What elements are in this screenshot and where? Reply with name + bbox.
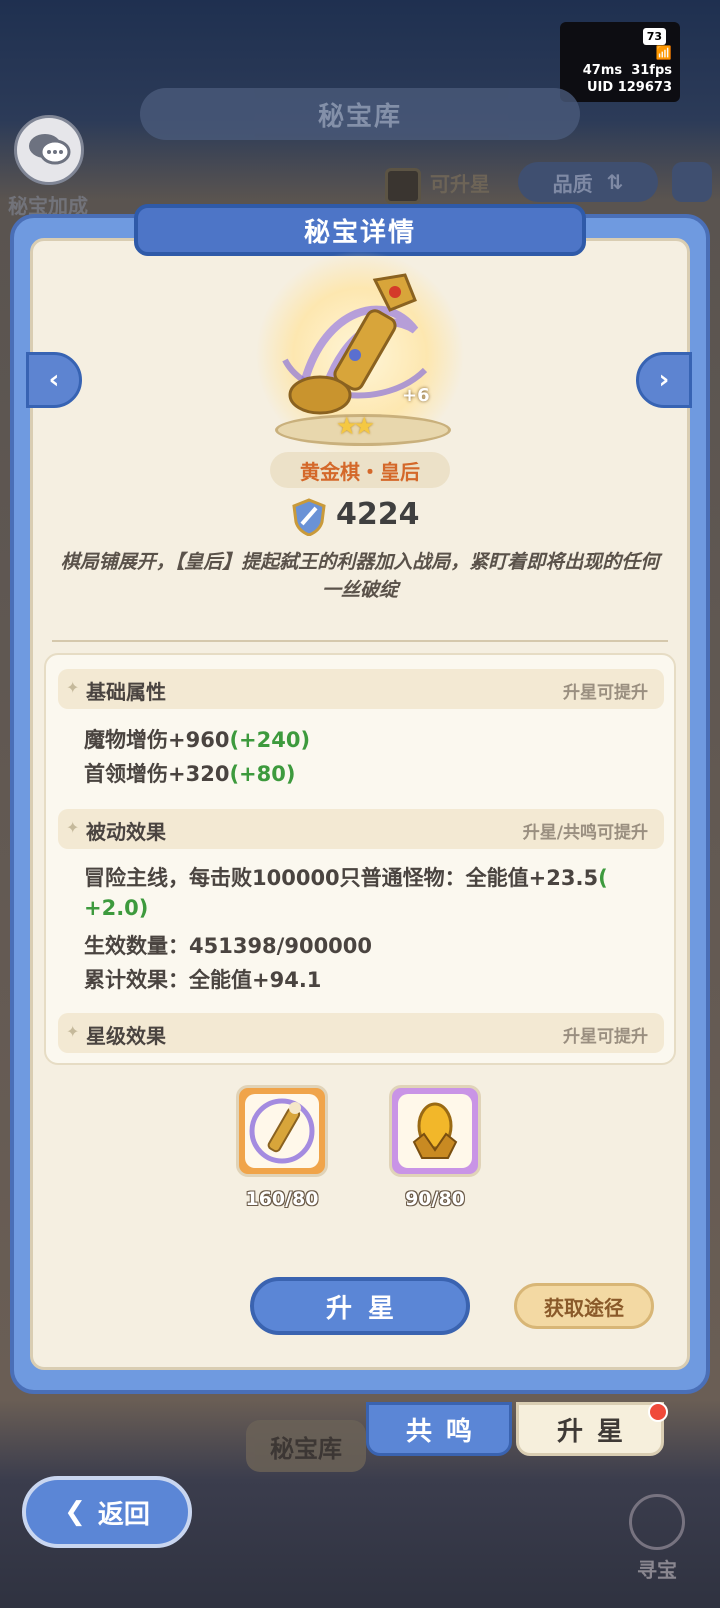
chevron-right-icon: ›	[658, 365, 670, 395]
effective-count: 生效数量：451398/900000	[84, 934, 373, 958]
upgradable-filter-label: 可升星	[430, 172, 490, 196]
next-item-button[interactable]: ›	[636, 352, 692, 408]
upgrade-star-button[interactable]: 升星	[250, 1277, 470, 1335]
power-value: 4224	[336, 497, 420, 532]
ping-value: 47ms	[582, 63, 623, 78]
divider	[52, 640, 668, 642]
item-name: 黄金棋・皇后	[270, 452, 450, 488]
battery-indicator: 73	[642, 28, 666, 45]
section-title: 基础属性	[86, 680, 166, 704]
tab-upgrade[interactable]: 升星	[516, 1402, 664, 1456]
section-hint: 升星/共鸣可提升	[522, 823, 648, 843]
section-title: 星级效果	[86, 1024, 166, 1048]
gold-egg-icon	[412, 1102, 458, 1159]
material-slot-egg[interactable]	[389, 1085, 481, 1177]
section-hint: 升星可提升	[563, 1027, 648, 1047]
back-arrow-icon: ❮	[64, 1497, 86, 1527]
fps-value: 31fps	[631, 63, 672, 78]
stat-line: 首领增伤+320(+80)	[84, 758, 295, 788]
obtain-method-button[interactable]: 获取途径	[514, 1283, 654, 1329]
stat-text: 首领增伤+320	[84, 762, 230, 786]
power-shield-icon	[292, 498, 326, 536]
back-button[interactable]: ❮ 返回	[22, 1476, 192, 1548]
back-label: 返回	[97, 1499, 150, 1530]
passive-bonus-open: (	[598, 866, 608, 890]
uid-label: UID	[587, 80, 614, 95]
passive-text: 冒险主线，每击败100000只普通怪物：全能值+23.5	[84, 866, 599, 890]
previous-item-button[interactable]: ‹	[26, 352, 82, 408]
library-title: 秘宝库	[140, 88, 580, 140]
upgradable-checkbox[interactable]	[385, 168, 421, 204]
sparkle-icon: ✦	[66, 818, 80, 837]
chat-button[interactable]	[14, 115, 84, 185]
panel-title: 秘宝详情	[134, 204, 586, 256]
quality-label: 品质	[552, 171, 593, 196]
material-bg	[398, 1094, 472, 1168]
section-hint: 升星可提升	[563, 683, 648, 703]
base-attributes-header: ✦ 基础属性 升星可提升	[58, 669, 664, 709]
material-bg	[245, 1094, 319, 1168]
material-count: 160/80	[245, 1188, 319, 1210]
notification-dot	[648, 1402, 668, 1422]
stat-text: 魔物增伤+960	[84, 728, 230, 752]
stat-line: 魔物增伤+960(+240)	[84, 724, 310, 754]
uid-value: 129673	[617, 80, 672, 95]
status-overlay: 73 📶 47ms 31fps UID 129673	[560, 22, 680, 102]
treasure-chest-icon	[629, 1494, 685, 1550]
tab-library[interactable]: 秘宝库	[246, 1420, 366, 1472]
quality-sort-button[interactable]: 品质 ⇅	[518, 162, 658, 202]
queen-piece-icon	[249, 1098, 315, 1164]
sparkle-icon: ✦	[66, 678, 80, 697]
accumulated-effect: 累计效果：全能值+94.1	[84, 968, 322, 992]
stat-bonus: (+240)	[229, 728, 311, 752]
chevron-left-icon: ‹	[48, 365, 60, 395]
sparkle-icon: ✦	[66, 1022, 80, 1041]
wifi-icon: 📶	[655, 46, 672, 61]
passive-bonus: +2.0)	[84, 896, 149, 920]
item-description: 棋局铺展开，【皇后】提起弑王的利器加入战局，紧盯着即将出现的任何一丝破绽	[60, 551, 660, 601]
chat-icon	[29, 134, 71, 165]
stat-bonus: (+80)	[229, 762, 296, 786]
star-effect-header: ✦ 星级效果 升星可提升	[58, 1013, 664, 1053]
material-slot-queen[interactable]	[236, 1085, 328, 1177]
attributes-box: ✦ 基础属性 升星可提升 魔物增伤+960(+240) 首领增伤+320(+80…	[44, 653, 676, 1065]
item-plus-level: +6	[402, 385, 430, 406]
item-star-rating: ★★	[336, 412, 375, 440]
tab-resonance[interactable]: 共鸣	[366, 1402, 512, 1456]
treasure-label: 寻宝	[637, 1558, 677, 1582]
passive-effect-header: ✦ 被动效果 升星/共鸣可提升	[58, 809, 664, 849]
sort-arrows-icon: ⇅	[606, 170, 624, 194]
passive-line: 冒险主线，每击败100000只普通怪物：全能值+23.5(	[84, 862, 608, 892]
sort-order-button[interactable]	[672, 162, 712, 202]
material-count: 90/80	[405, 1188, 465, 1210]
treasure-hunt-button[interactable]: 寻宝	[624, 1494, 690, 1582]
section-title: 被动效果	[86, 820, 166, 844]
